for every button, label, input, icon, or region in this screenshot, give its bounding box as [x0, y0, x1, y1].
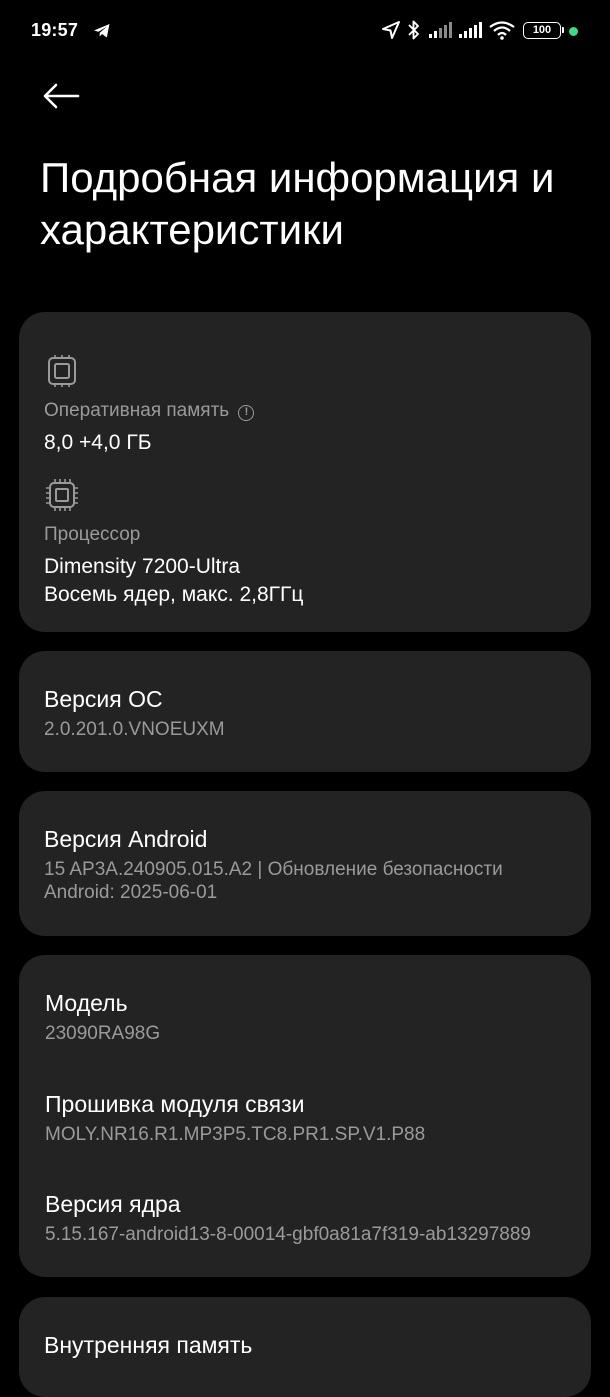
ram-value: 8,0 +4,0 ГБ	[44, 431, 152, 454]
info-icon[interactable]: !	[238, 405, 255, 421]
status-bar: 19:57 100	[0, 0, 610, 62]
android-version-value-line1: 15 AP3A.240905.015.A2 | Обновление безоп…	[44, 859, 503, 880]
status-icons: 100	[380, 19, 580, 43]
hardware-card: Оперативная память ! 8,0 +4,0 ГБ Процесс…	[19, 312, 591, 632]
storage-title: Внутренняя память	[44, 1332, 253, 1358]
android-version-card[interactable]: Версия Android 15 AP3A.240905.015.A2 | О…	[19, 791, 591, 936]
baseband-value: MOLY.NR16.R1.MP3P5.TC8.PR1.SP.V1.P88	[45, 1124, 426, 1145]
kernel-title: Версия ядра	[45, 1191, 181, 1217]
back-button[interactable]	[40, 78, 84, 114]
cpu-cores: Восемь ядер, макс. 2,8ГГц	[44, 583, 304, 606]
arrow-left-icon	[43, 83, 80, 109]
os-version-title: Версия ОС	[44, 686, 163, 712]
model-title: Модель	[45, 990, 128, 1016]
android-version-value-line2: Android: 2025-06-01	[44, 882, 218, 903]
page-title: Подробная информация и характеристики	[40, 154, 555, 253]
wifi-icon	[489, 21, 515, 40]
ram-label-row: Оперативная память !	[44, 400, 255, 422]
ram-label: Оперативная память	[44, 400, 230, 421]
os-version-card[interactable]: Версия ОС 2.0.201.0.VNOEUXM	[19, 651, 591, 772]
storage-card[interactable]: Внутренняя память	[19, 1297, 591, 1397]
location-arrow-icon	[382, 21, 400, 39]
status-time: 19:57	[31, 20, 79, 40]
privacy-indicator-dot	[569, 27, 578, 36]
device-info-card: Модель 23090RA98G Прошивка модуля связи …	[19, 955, 591, 1277]
os-version-value: 2.0.201.0.VNOEUXM	[44, 719, 225, 740]
cpu-label: Процессор	[44, 524, 141, 545]
signal-icon	[429, 22, 452, 38]
bluetooth-icon	[408, 20, 419, 40]
baseband-title: Прошивка модуля связи	[45, 1091, 305, 1117]
signal-icon	[459, 22, 482, 38]
kernel-value: 5.15.167-android13-8-00014-gbf0a81a7f319…	[45, 1224, 531, 1245]
processor-icon	[46, 479, 78, 511]
telegram-icon	[94, 24, 110, 38]
model-value: 23090RA98G	[45, 1023, 161, 1044]
chip-icon	[48, 355, 76, 387]
cpu-model: Dimensity 7200-Ultra	[44, 555, 241, 578]
battery-indicator: 100	[523, 22, 564, 39]
android-version-title: Версия Android	[44, 826, 208, 852]
